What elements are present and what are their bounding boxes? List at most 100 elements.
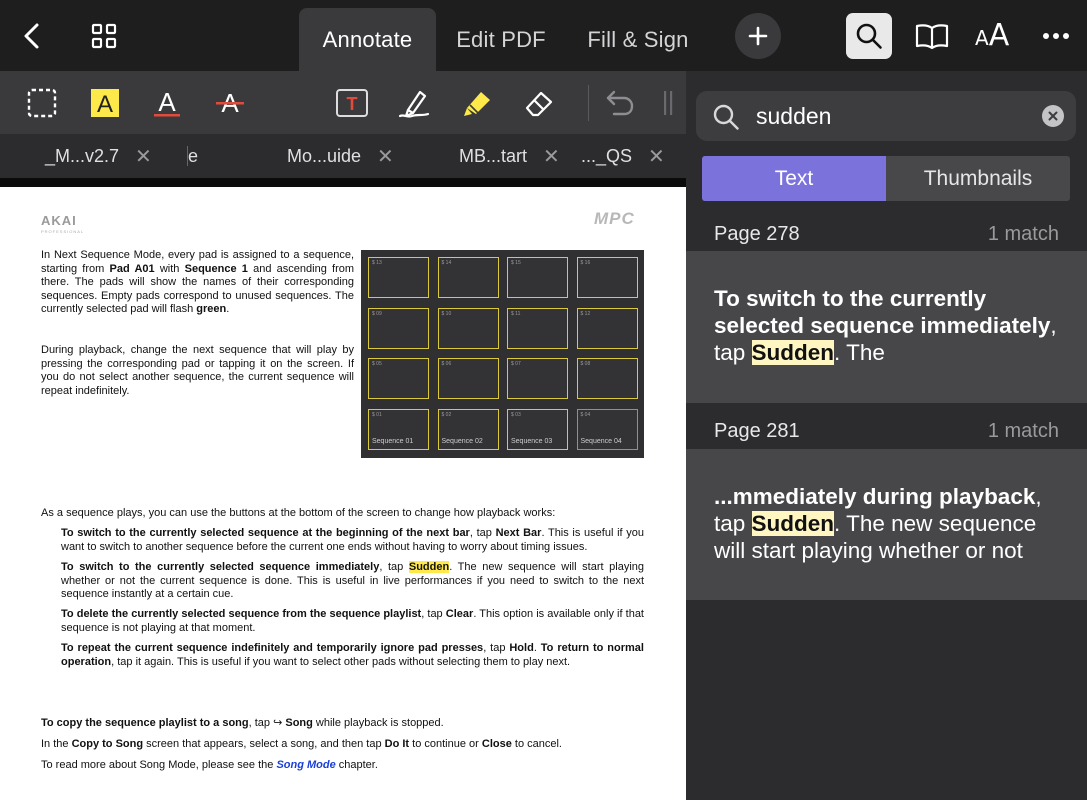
sequence-pad: $ 06 — [437, 358, 499, 399]
pad-sequence-name: Sequence 01 — [372, 437, 414, 445]
search-result-item[interactable]: To switch to the currently selected sequ… — [686, 251, 1087, 403]
result-view-segmented-control: Text Thumbnails — [702, 156, 1070, 201]
back-chevron-icon[interactable] — [10, 14, 54, 58]
paragraph-copy-to-song: To copy the sequence playlist to a song,… — [41, 717, 444, 729]
close-icon[interactable]: ✕ — [648, 144, 665, 169]
sequence-pad: $ 09 — [368, 307, 429, 349]
sequence-pad: $ 14 — [437, 257, 499, 298]
text-size-big: A — [988, 18, 1010, 53]
pen-icon[interactable] — [395, 83, 435, 123]
pad-number: $ 11 — [511, 310, 521, 317]
doc-tab-label: _M...v2.7 — [45, 145, 120, 166]
doc-tab-1[interactable]: _M...v2.7 ✕ — [45, 134, 152, 178]
close-icon[interactable]: ✕ — [543, 144, 560, 169]
tab-edit-pdf[interactable]: Edit PDF — [446, 8, 556, 71]
pad-number: $ 09 — [372, 310, 382, 317]
eraser-icon[interactable] — [519, 83, 559, 123]
pad-number: $ 15 — [511, 260, 521, 266]
undo-icon[interactable] — [600, 83, 640, 123]
search-icon — [712, 103, 740, 136]
highlighter-icon[interactable] — [457, 83, 497, 123]
bullet-next-bar: To switch to the currently selected sequ… — [61, 527, 644, 553]
book-icon[interactable] — [910, 14, 954, 58]
sequence-pad: $ 08 — [576, 358, 638, 399]
search-button[interactable] — [846, 13, 892, 59]
clear-search-icon[interactable] — [1042, 105, 1064, 127]
paragraph-song-mode: To read more about Song Mode, please see… — [41, 759, 378, 771]
pad-sequence-name: Sequence 03 — [511, 437, 553, 445]
svg-text:T: T — [347, 94, 358, 114]
pad-number: $ 14 — [441, 260, 452, 266]
pad-number: $ 06 — [441, 361, 452, 367]
pad-number: $ 01 — [372, 411, 382, 418]
add-button[interactable] — [735, 13, 781, 59]
search-input[interactable] — [756, 99, 1016, 133]
match-highlight: Sudden — [751, 511, 835, 536]
search-icon — [856, 23, 882, 49]
pad-number: $ 12 — [580, 310, 591, 317]
result-count: 1 match — [987, 223, 1059, 245]
result-count: 1 match — [987, 420, 1059, 442]
toolbar-divider — [588, 85, 589, 121]
search-box — [696, 91, 1076, 141]
pad-number: $ 02 — [441, 411, 452, 418]
sequence-pad: $ 12 — [576, 307, 638, 349]
song-mode-link[interactable]: Song Mode — [276, 759, 335, 771]
pad-number: $ 16 — [580, 260, 591, 266]
sequence-pad: $ 03 Sequence 03 — [507, 408, 568, 450]
sequence-pad: $ 02 Sequence 02 — [437, 408, 499, 450]
plus-icon — [748, 26, 768, 46]
highlight-text-icon[interactable]: A — [85, 83, 125, 123]
close-icon[interactable]: ✕ — [377, 144, 394, 169]
paragraph-next-sequence-mode: In Next Sequence Mode, every pad is assi… — [41, 249, 355, 316]
doc-tab-3[interactable]: Mo...uide ✕ — [287, 134, 394, 178]
top-bar: Annotate Edit PDF Fill & Sign AA — [0, 0, 1087, 71]
doc-tab-label: e — [188, 145, 199, 166]
more-icon[interactable] — [1034, 14, 1078, 58]
akai-logo-sub: PROFESSIONAL — [41, 229, 85, 234]
underline-text-icon[interactable]: A — [147, 83, 187, 123]
pad-grid-image: $ 13 $ 14 $ 15 $ 16 $ 09 $ 10 $ 11 $ 12 $ 05 $ 06… — [361, 250, 644, 458]
bullet-clear: To delete the currently selected sequenc… — [61, 608, 644, 634]
paragraph-during-playback: During playback, change the next sequenc… — [41, 344, 354, 397]
pad-number: $ 04 — [580, 411, 591, 418]
pad-number: $ 03 — [511, 411, 521, 418]
segment-text[interactable]: Text — [702, 156, 886, 201]
sequence-pad: $ 10 — [437, 307, 499, 349]
close-icon[interactable]: ✕ — [135, 144, 152, 169]
segment-thumbnails[interactable]: Thumbnails — [886, 156, 1070, 201]
paragraph-copy-to-song-screen: In the Copy to Song screen that appears,… — [41, 738, 562, 750]
doc-tab-5[interactable]: ..._QS ✕ — [581, 134, 665, 178]
result-page: Page 281 — [714, 420, 800, 442]
doc-tab-4[interactable]: MB...tart ✕ — [459, 134, 560, 178]
svg-text:A: A — [158, 87, 176, 117]
annotation-toolbar: A A A T — [0, 71, 686, 134]
pad-number: $ 05 — [372, 361, 382, 367]
sequence-pad: $ 01 Sequence 01 — [368, 408, 429, 450]
text-size-button[interactable]: AA — [975, 18, 1009, 53]
text-size-small: A — [975, 26, 989, 50]
sequence-pad: $ 13 — [368, 257, 429, 298]
sequence-pad: $ 11 — [507, 307, 568, 349]
strikethrough-text-icon[interactable]: A — [210, 83, 250, 123]
search-result-item[interactable]: ...mmediately during playback, tap Sudde… — [686, 449, 1087, 600]
pad-number: $ 13 — [372, 260, 382, 266]
select-area-icon[interactable] — [22, 83, 62, 123]
text-box-icon[interactable]: T — [332, 83, 372, 123]
tab-annotate[interactable]: Annotate — [299, 8, 436, 71]
bullet-sudden: To switch to the currently selected sequ… — [61, 561, 645, 601]
toolbar-drag-handle-icon[interactable] — [648, 83, 688, 123]
pdf-page[interactable]: AKAI PROFESSIONAL MPC In Next Sequence M… — [0, 187, 686, 800]
grid-view-icon[interactable] — [82, 14, 126, 58]
pad-number: $ 07 — [511, 361, 521, 367]
search-panel: Text Thumbnails Page 278 1 match To swit… — [686, 71, 1087, 800]
paragraph-playback-buttons: As a sequence plays, you can use the but… — [41, 507, 556, 519]
doc-tab-2[interactable]: e — [188, 134, 198, 178]
search-highlight[interactable]: Sudden — [408, 561, 450, 573]
mpc-logo: MPC — [594, 209, 635, 228]
result-page: Page 278 — [714, 223, 800, 245]
doc-tab-label: Mo...uide — [287, 145, 362, 166]
result-header: Page 278 1 match — [686, 215, 1087, 255]
sequence-pad: $ 15 — [507, 257, 568, 298]
tab-fill-and-sign[interactable]: Fill & Sign — [576, 8, 700, 71]
